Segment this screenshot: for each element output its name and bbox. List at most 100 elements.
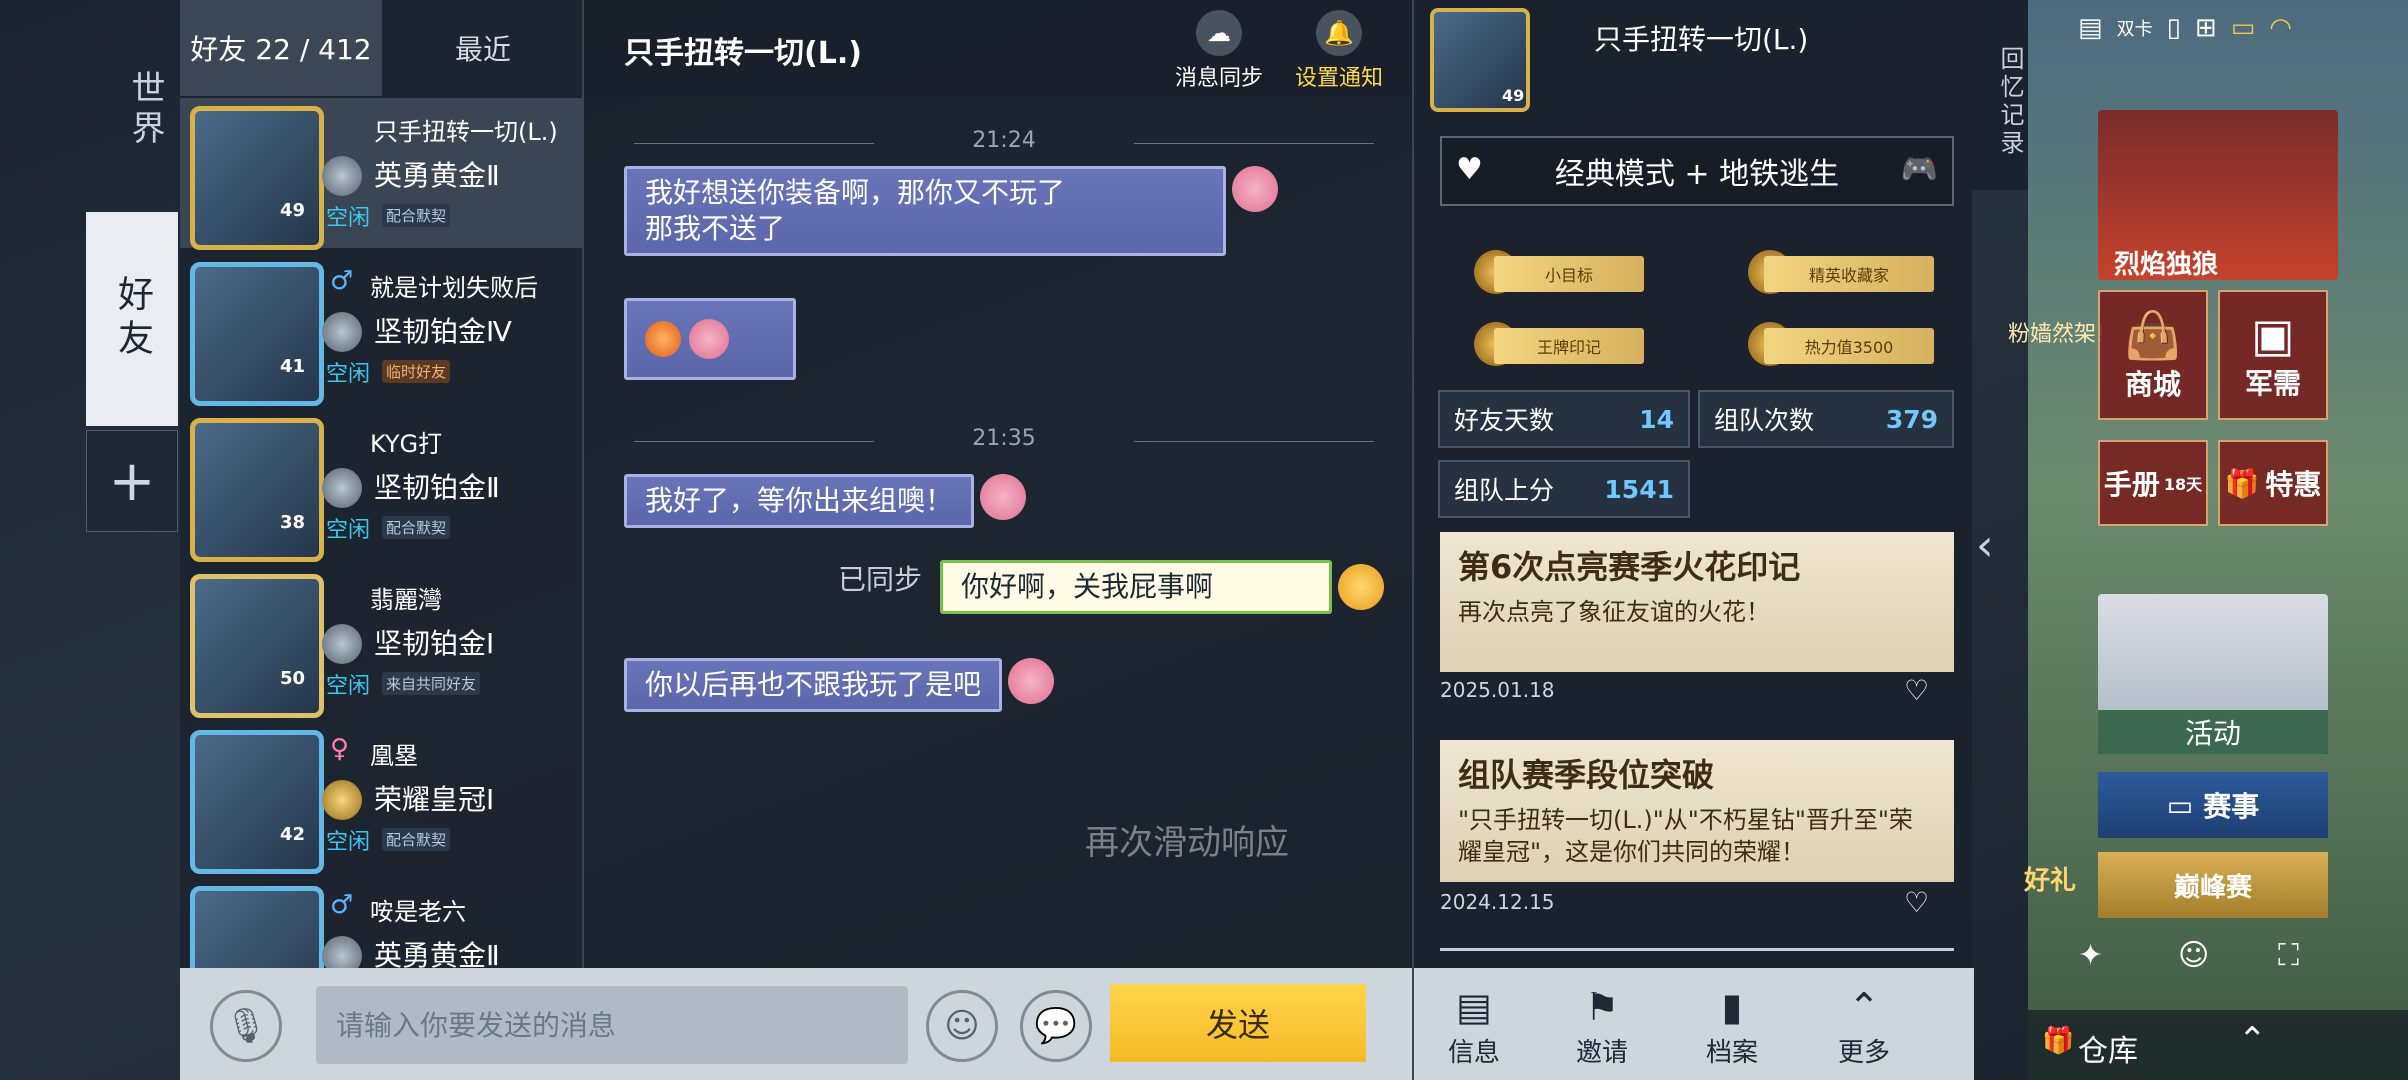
bell-icon: 🔔 (1316, 10, 1362, 56)
sim-icon: ▯ (2166, 13, 2181, 43)
stat-friend-days: 好友天数 14 (1438, 390, 1690, 448)
achievement-badge[interactable]: 精英收藏家 (1764, 256, 1934, 292)
handbook-button[interactable]: 手册 18天 (2098, 440, 2208, 526)
friend-status: 空闲 (326, 362, 371, 387)
quick-chat-icon[interactable]: 💬 (1020, 990, 1092, 1062)
tab-info[interactable]: ▤ 信息 (1414, 982, 1534, 1069)
avatar (190, 886, 324, 968)
achievement-badge[interactable]: 热力值3500 (1764, 328, 1934, 364)
gift-icon[interactable]: 🎁 (2042, 1026, 2074, 1056)
warehouse-button[interactable]: 仓库 (2078, 1026, 2138, 1070)
level-label: 41 (280, 356, 306, 377)
timestamp: 21:24 (614, 128, 1394, 158)
wand-icon[interactable]: ✦ (2078, 938, 2103, 973)
emoji-icon[interactable]: ☺ (926, 990, 998, 1062)
chevron-left-icon[interactable]: ‹ (1976, 520, 1994, 571)
card-title: 组队赛季段位突破 (1458, 756, 1715, 794)
tv-icon: ▭ (2166, 788, 2194, 822)
sticker-avatar (1008, 658, 1055, 704)
heart-icon[interactable]: ♡ (1904, 674, 1929, 707)
friend-list-item[interactable]: 38 KYG打 坚韧铂金Ⅱ 空闲 配合默契 (180, 410, 584, 562)
friend-list-item[interactable]: 50 翡麗灣 坚韧铂金Ⅰ 空闲 来自共同好友 (180, 566, 584, 718)
level-label: 50 (280, 668, 306, 689)
tab-friend-count[interactable]: 好友 22 / 412 (180, 0, 382, 96)
stat-team-count: 组队次数 379 (1698, 390, 1954, 448)
avatar (190, 418, 324, 562)
sticker-avatar (980, 474, 1027, 520)
synced-label: 已同步 (838, 563, 923, 596)
id-card-icon: ▤ (1456, 985, 1492, 1029)
send-button[interactable]: 发送 (1110, 984, 1366, 1062)
friend-rank: 坚韧铂金Ⅳ (374, 315, 512, 348)
timestamp: 21:35 (614, 426, 1394, 456)
friend-tag: 配合默契 (382, 516, 451, 539)
friend-name: 咹是老六 (370, 898, 466, 926)
add-friend-button[interactable]: + (86, 430, 178, 532)
friend-name: 凰塁 (370, 742, 418, 770)
friend-list-item[interactable]: 41 ♂ 就是计划失败后 坚韧铂金Ⅳ 空闲 临时好友 (180, 254, 584, 406)
tab-more[interactable]: ⌃ 更多 (1804, 982, 1924, 1069)
female-icon: ♀ (330, 734, 350, 764)
rank-icon (322, 936, 362, 968)
sticker-bubble (624, 298, 796, 380)
wifi-icon: ◠ (2269, 13, 2292, 43)
mask-icon[interactable]: ☺ (2178, 938, 2209, 973)
friend-status: 空闲 (326, 518, 371, 543)
friend-rank: 英勇黄金Ⅱ (374, 939, 500, 968)
bottom-bar: 🎁 仓库 ⌃ (2028, 1010, 2408, 1080)
shop-button[interactable]: 👜 商城 (2098, 290, 2208, 420)
message-bubble[interactable]: 我好想送你装备啊，那你又不玩了 那我不送了 (624, 166, 1226, 256)
supply-button[interactable]: ▣ 军需 (2218, 290, 2328, 420)
stat-value: 1541 (1604, 474, 1674, 504)
friendship-card: 第6次点亮赛季火花印记 再次点亮了象征友谊的火花！ (1440, 532, 1954, 672)
tab-world[interactable]: 世界 (100, 60, 170, 160)
my-message-row: 你好啊，关我屁事啊 (940, 560, 1384, 614)
card-title: 第6次点亮赛季火花印记 (1458, 548, 1801, 586)
heart-icon[interactable]: ♥ (1456, 152, 1483, 187)
my-message-bubble[interactable]: 你好啊，关我屁事啊 (940, 560, 1332, 614)
memory-record-button[interactable]: 回忆记录 (1972, 0, 2028, 190)
sticker-message[interactable] (624, 298, 796, 380)
chevron-up-icon: ⌃ (1848, 985, 1880, 1029)
orange-sticker-icon (645, 321, 681, 357)
achievement-badge[interactable]: 王牌印记 (1494, 328, 1644, 364)
stat-label: 组队次数 (1714, 406, 1815, 435)
message-input[interactable] (316, 986, 908, 1064)
peak-match-button[interactable]: 巅峰赛 (2098, 852, 2328, 918)
notification-settings-button[interactable]: 🔔 设置通知 (1284, 10, 1394, 91)
achievement-badge[interactable]: 小目标 (1494, 256, 1644, 292)
friend-list-item[interactable]: ♂ 咹是老六 英勇黄金Ⅱ (180, 878, 584, 968)
card-text: 再次点亮了象征友谊的火花！ (1458, 598, 1770, 626)
tab-archive[interactable]: ▮ 档案 (1672, 982, 1792, 1069)
message-sync-button[interactable]: ☁ 消息同步 (1164, 10, 1274, 91)
tab-recent[interactable]: 最近 (382, 0, 584, 96)
stat-team-score: 组队上分 1541 (1438, 460, 1690, 518)
fullscreen-icon[interactable]: ⛶ (2278, 938, 2299, 973)
duck-avatar (1338, 564, 1384, 610)
ghost-icon: ☁ (1196, 10, 1242, 56)
special-offer-button[interactable]: 🎁 特惠 (2218, 440, 2328, 526)
battery-icon: ▭ (2230, 13, 2256, 43)
microphone-icon[interactable]: 🎙 (210, 990, 282, 1062)
friend-name: 就是计划失败后 (370, 274, 538, 302)
friend-list-item[interactable]: 42 ♀ 凰塁 荣耀皇冠Ⅰ 空闲 配合默契 (180, 722, 584, 874)
male-icon: ♂ (330, 890, 354, 920)
notification-settings-label: 设置通知 (1294, 66, 1383, 91)
friend-tag: 来自共同好友 (382, 672, 481, 695)
message-bubble[interactable]: 你以后再也不跟我玩了是吧 (624, 658, 1003, 712)
friend-list-item[interactable]: 49 只手扭转一切(L.) 英勇黄金Ⅱ 空闲 配合默契 (180, 98, 584, 250)
friend-profile-panel: 49 只手扭转一切(L.) ♥ 经典模式 + 地铁逃生 🎮 小目标 精英收藏家 … (1412, 0, 1974, 1080)
message-bubble[interactable]: 我好了，等你出来组噢！ (624, 474, 975, 528)
heart-icon[interactable]: ♡ (1904, 886, 1929, 919)
girl-sticker-icon (689, 319, 729, 359)
stat-value: 14 (1639, 404, 1674, 434)
tab-friends-vertical[interactable]: 好友 (86, 212, 178, 426)
match-button[interactable]: ▭ 赛事 (2098, 772, 2328, 838)
hero-banner[interactable]: 烈焰独狼 (2098, 110, 2338, 280)
friend-status: 空闲 (326, 674, 371, 699)
tab-invite[interactable]: ⚑ 邀请 (1542, 982, 1662, 1069)
chevron-up-icon[interactable]: ⌃ (2238, 1020, 2267, 1060)
game-mode-box[interactable]: ♥ 经典模式 + 地铁逃生 🎮 (1440, 136, 1954, 206)
hero-banner-text: 烈焰独狼 (2114, 250, 2219, 280)
activity-button[interactable]: 活动 (2098, 594, 2328, 754)
